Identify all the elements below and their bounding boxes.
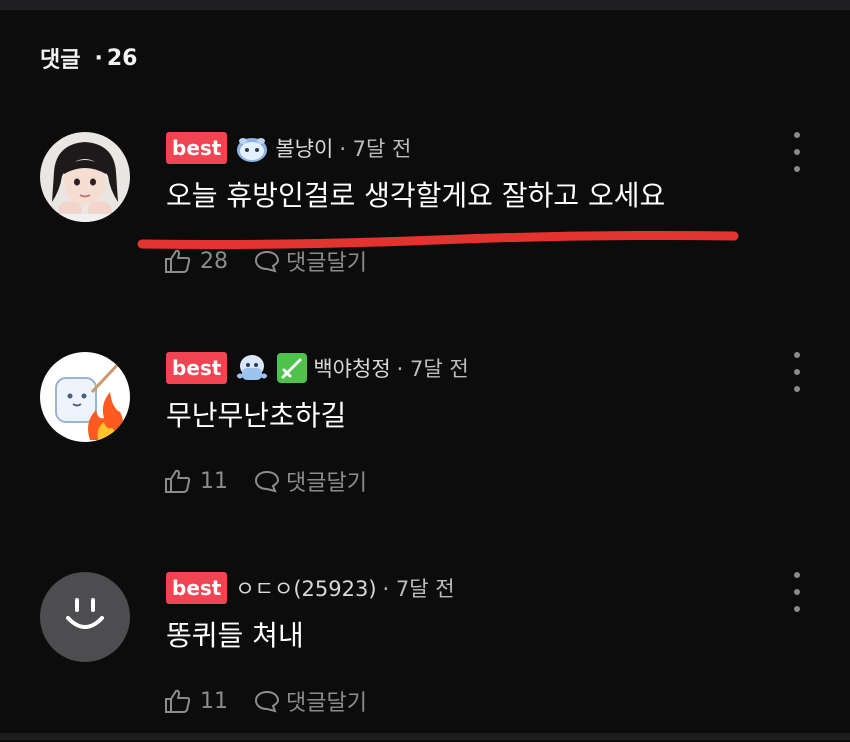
best-badge: best [166, 352, 228, 384]
comment-item: best 백야청정 · 7달 전 무난무난초하길 11 댓글달기 [0, 352, 850, 522]
speech-bubble-icon[interactable] [254, 689, 280, 713]
comment-meta: best 볼냥이 · 7달 전 [166, 132, 411, 164]
comment-time: · 7달 전 [382, 577, 455, 601]
sword-icon [276, 352, 308, 384]
annotation-underline [137, 231, 739, 249]
reply-button[interactable]: 댓글달기 [286, 465, 367, 497]
comment-item: best 볼냥이 · 7달 전 오늘 휴방인걸로 생각할게요 잘하고 오세요 2… [0, 132, 850, 302]
comment-text: 무난무난초하길 [166, 399, 347, 432]
comment-text: 똥퀴들 쳐내 [166, 619, 304, 652]
avatar[interactable] [40, 352, 130, 442]
cloud-mascot-icon [234, 132, 270, 164]
comments-separator: · [94, 45, 103, 71]
comment-time: · 7달 전 [396, 357, 469, 381]
username[interactable]: ㅇㄷㅇ(25923) [235, 573, 376, 603]
comment-actions: 11 댓글달기 [164, 466, 367, 496]
comments-count: 26 [106, 45, 138, 71]
best-badge: best [166, 132, 228, 164]
comments-header: 댓글 · 26 [40, 42, 137, 74]
comment-item: best ㅇㄷㅇ(25923) · 7달 전 똥퀴들 쳐내 11 댓글달기 [0, 572, 850, 742]
avatar[interactable] [40, 572, 130, 662]
like-count: 11 [200, 468, 228, 494]
bottom-divider [0, 733, 850, 740]
best-badge: best [166, 572, 228, 604]
username[interactable]: 볼냥이 [275, 133, 333, 163]
ghost-mascot-icon [234, 352, 270, 384]
top-divider [0, 0, 850, 10]
comment-meta: best 백야청정 · 7달 전 [166, 352, 469, 384]
comment-text: 오늘 휴방인걸로 생각할게요 잘하고 오세요 [166, 179, 666, 212]
more-options-icon[interactable] [784, 352, 810, 392]
avatar[interactable] [40, 132, 130, 222]
comments-title: 댓글 [40, 48, 81, 73]
more-options-icon[interactable] [784, 572, 810, 612]
reply-button[interactable]: 댓글달기 [286, 685, 367, 717]
comment-actions: 11 댓글달기 [164, 686, 367, 716]
like-count: 11 [200, 688, 228, 714]
comment-meta: best ㅇㄷㅇ(25923) · 7달 전 [166, 572, 455, 604]
comment-time: · 7달 전 [339, 137, 412, 161]
more-options-icon[interactable] [784, 132, 810, 172]
thumbs-up-icon[interactable] [164, 688, 192, 714]
speech-bubble-icon[interactable] [254, 469, 280, 493]
username[interactable]: 백야청정 [313, 353, 390, 383]
thumbs-up-icon[interactable] [164, 468, 192, 494]
